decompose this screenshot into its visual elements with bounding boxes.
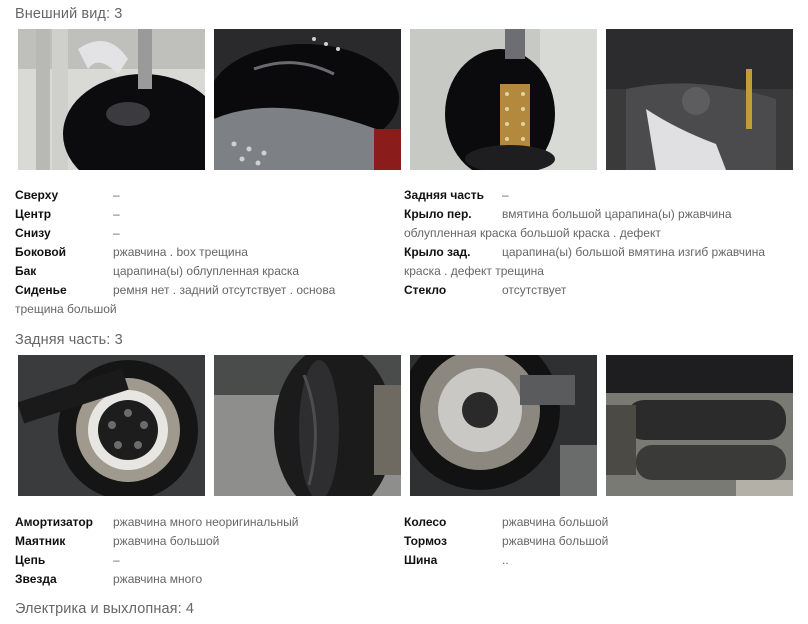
photo-gallery-exterior [18, 29, 802, 170]
section-score: 3 [114, 332, 123, 348]
fuel-tank-photo[interactable] [410, 29, 597, 170]
spec-row: Тормоз ржавчина большой [404, 534, 609, 548]
spec-row: Снизу – [15, 226, 120, 240]
rear-fender-seat-photo[interactable] [214, 29, 401, 170]
section-score: 4 [185, 601, 195, 617]
spec-list-exterior-left: Сверху – Центр – Снизу – Боковой ржавчина . … [15, 186, 385, 319]
spec-row: Цепь – [15, 553, 120, 567]
spec-row: Сиденье ремня нет . задний отсутствует . … [15, 283, 336, 316]
spec-row: Бак царапина(ы) облупленная краска [15, 264, 300, 278]
spec-row: Крыло зад. царапина(ы) большой вмятина из… [404, 245, 766, 278]
spec-row: Маятник ржавчина большой [15, 534, 220, 548]
exhaust-photo[interactable] [606, 355, 793, 496]
photo-gallery-rear [18, 355, 802, 496]
section-title-exterior: Внешний вид: 3 [15, 6, 123, 22]
spec-row: Сверху – [15, 188, 120, 202]
section-score: 3 [114, 6, 123, 22]
spec-row: Центр – [15, 207, 120, 221]
spec-row: Боковой ржавчина . box трещина [15, 245, 248, 259]
spec-row: Стекло отсутствует [404, 283, 567, 297]
section-title-electrics-exhaust: Электрика и выхлопная: 4 [15, 601, 195, 617]
spec-row: Задняя часть – [404, 188, 509, 202]
spec-list-rear-left: Амортизатор ржавчина много неоригинальный… [15, 513, 385, 589]
spec-row: Шина.. [404, 553, 509, 567]
spec-row: Звезда ржавчина много [15, 572, 203, 586]
spec-row: Крыло пер. вмятина большой царапина(ы) рж… [404, 207, 732, 240]
section-title-rear: Задняя часть: 3 [15, 332, 123, 348]
rear-tire-photo[interactable] [214, 355, 401, 496]
front-fender-photo[interactable] [18, 29, 205, 170]
spec-list-exterior-right: Задняя часть – Крыло пер. вмятина большой … [404, 186, 774, 300]
engine-detail-photo[interactable] [606, 29, 793, 170]
spec-row: Колесо ржавчина большой [404, 515, 609, 529]
spec-list-rear-right: Колесо ржавчина большой Тормоз ржавчина бо… [404, 513, 774, 570]
brake-disc-photo[interactable] [410, 355, 597, 496]
spec-row: Амортизатор ржавчина много неоригинальный [15, 515, 299, 529]
rear-wheel-photo[interactable] [18, 355, 205, 496]
